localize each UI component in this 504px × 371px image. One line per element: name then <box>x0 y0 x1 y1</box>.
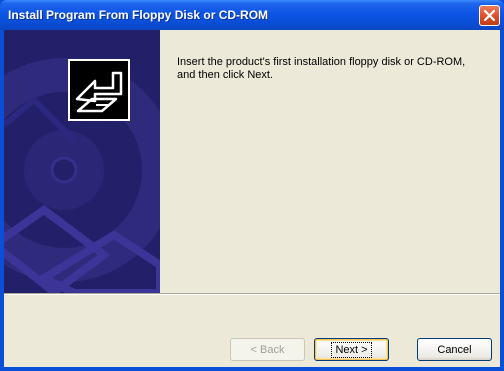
cancel-button[interactable]: Cancel <box>417 338 492 361</box>
close-button[interactable] <box>479 5 500 26</box>
install-program-icon <box>68 59 130 121</box>
dialog-body: Insert the product's first installation … <box>4 30 500 367</box>
title-bar[interactable]: Install Program From Floppy Disk or CD-R… <box>0 0 504 30</box>
instruction-line-2: and then click Next. <box>177 69 273 81</box>
next-button[interactable]: Next > <box>314 338 389 361</box>
side-panel-artwork <box>4 30 160 293</box>
window-title: Install Program From Floppy Disk or CD-R… <box>8 8 269 22</box>
button-separator <box>4 293 500 295</box>
back-button-label: < Back <box>250 343 285 356</box>
instruction-text: Insert the product's first installation … <box>177 56 495 82</box>
close-icon <box>483 9 496 22</box>
instruction-line-1: Insert the product's first installation … <box>177 56 466 68</box>
install-program-dialog: Install Program From Floppy Disk or CD-R… <box>0 0 504 371</box>
next-button-label: Next > <box>331 341 372 358</box>
back-button[interactable]: < Back <box>230 338 305 361</box>
cancel-button-label: Cancel <box>437 343 472 356</box>
